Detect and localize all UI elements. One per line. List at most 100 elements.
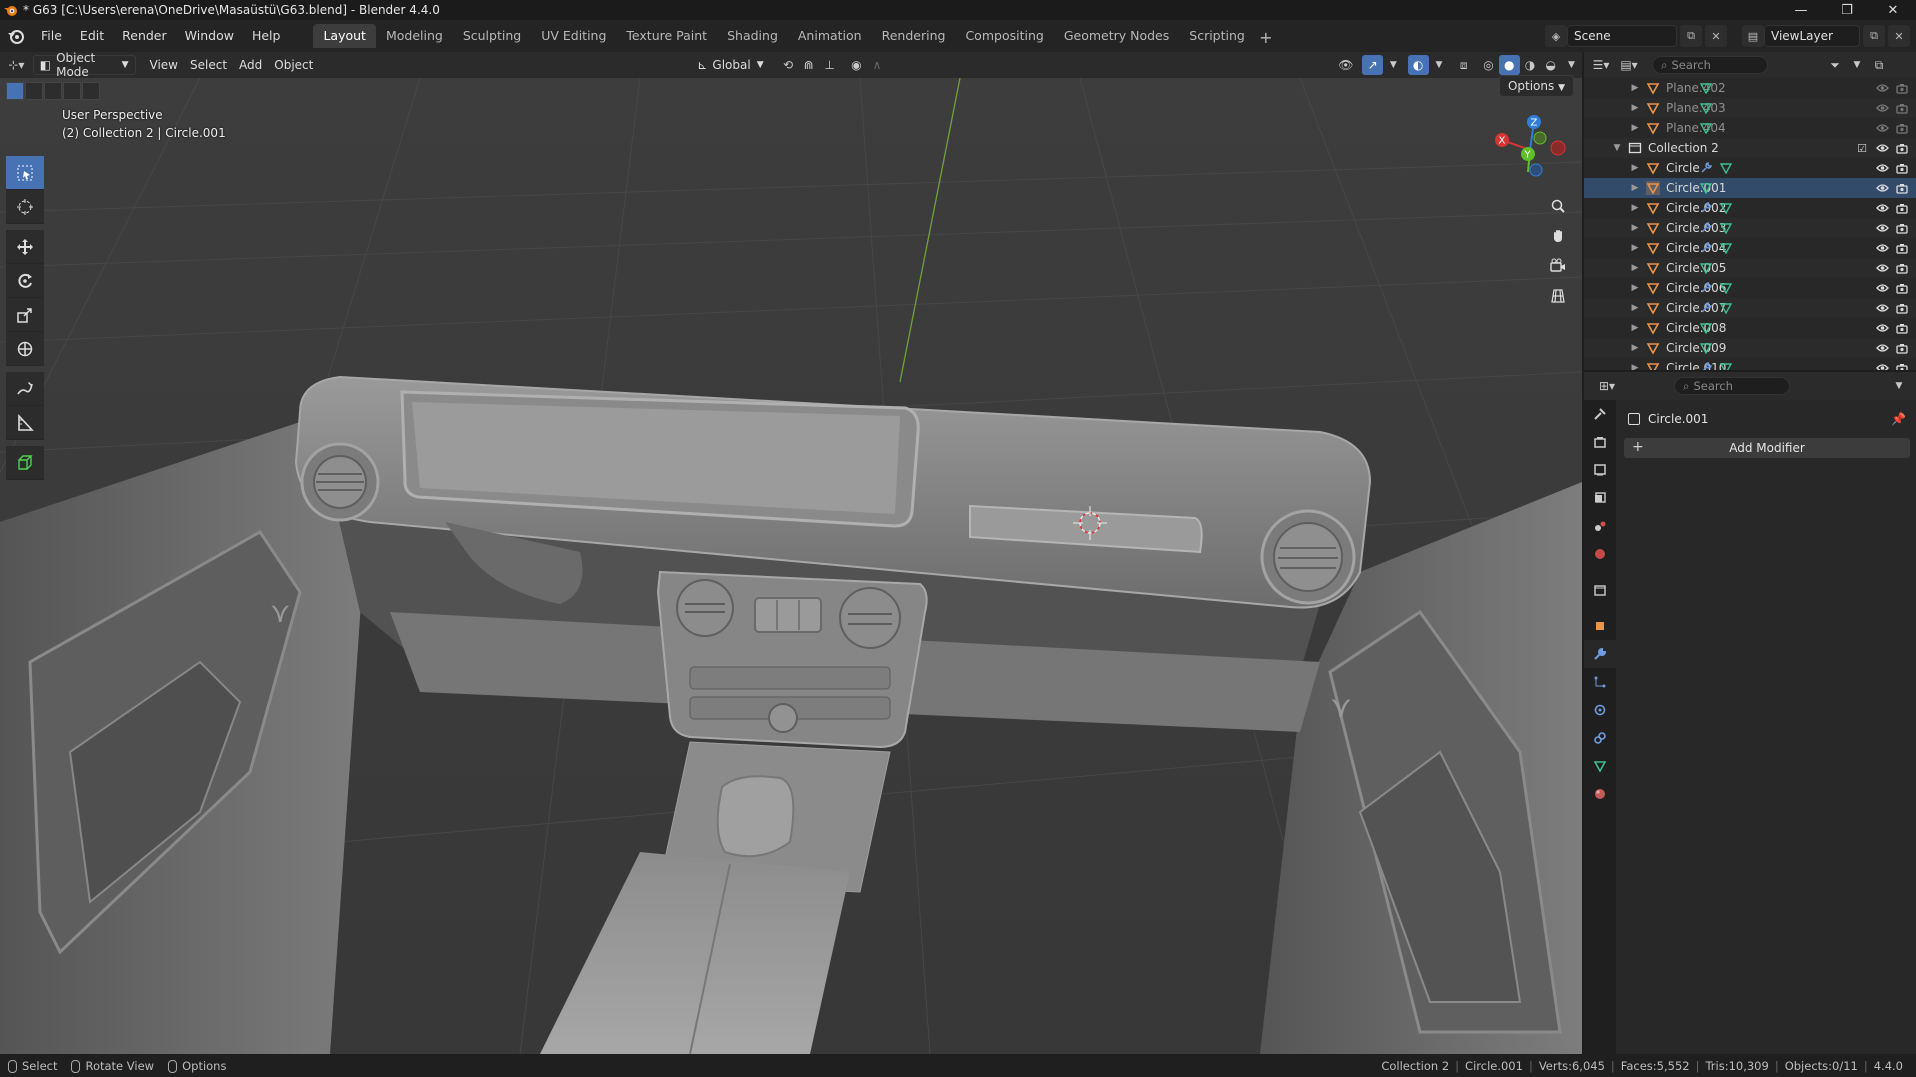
outliner-object-row[interactable]: ▶ Circle.005	[1584, 258, 1916, 278]
new-scene-icon[interactable]: ⧉	[1680, 25, 1702, 47]
tab-modeling[interactable]: Modeling	[376, 24, 453, 48]
camera-render-icon[interactable]	[1892, 360, 1912, 370]
mesh-data-icon[interactable]	[1696, 180, 1716, 196]
zoom-icon[interactable]	[1544, 192, 1572, 220]
tab-texture-paint[interactable]: Texture Paint	[616, 24, 717, 48]
expand-arrow-icon[interactable]: ▶	[1628, 183, 1642, 193]
outliner-editor-type-icon[interactable]: ☰▾	[1590, 55, 1612, 75]
physics-tab[interactable]	[1584, 696, 1616, 724]
view-layer-tab[interactable]	[1584, 484, 1616, 512]
menu-window[interactable]: Window	[176, 25, 243, 47]
outliner-object-row[interactable]: ▶ Plane.404	[1584, 118, 1916, 138]
camera-render-icon[interactable]	[1892, 300, 1912, 316]
select-intersect-icon[interactable]	[82, 82, 100, 100]
camera-view-icon[interactable]	[1544, 252, 1572, 280]
rotate-icon[interactable]	[6, 264, 44, 298]
eye-icon[interactable]	[1872, 240, 1892, 256]
gizmo-toggle-icon[interactable]: ↗	[1362, 55, 1383, 75]
mesh-data-icon[interactable]	[1716, 220, 1736, 236]
expand-arrow-icon[interactable]: ▶	[1628, 103, 1642, 113]
tab-rendering[interactable]: Rendering	[872, 24, 956, 48]
expand-arrow-icon[interactable]: ▶	[1628, 363, 1642, 370]
eye-icon[interactable]	[1872, 320, 1892, 336]
eye-icon[interactable]	[1872, 120, 1892, 136]
expand-arrow-icon[interactable]: ▶	[1628, 83, 1642, 93]
overlays-dropdown-icon[interactable]: ▼	[1429, 55, 1450, 75]
view-layer-field[interactable]: ViewLayer	[1764, 25, 1860, 47]
scene-field[interactable]: Scene	[1567, 25, 1677, 47]
tab-shading[interactable]: Shading	[717, 24, 788, 48]
perspective-toggle-icon[interactable]	[1544, 282, 1572, 310]
add-workspace-button[interactable]: +	[1255, 28, 1277, 47]
outliner-object-row[interactable]: ▶ Plane.403	[1584, 98, 1916, 118]
eye-icon[interactable]	[1872, 360, 1892, 370]
camera-render-icon[interactable]	[1892, 240, 1912, 256]
delete-view-layer-icon[interactable]: ✕	[1888, 25, 1910, 47]
outliner-object-row[interactable]: ▶ Circle.006	[1584, 278, 1916, 298]
tab-compositing[interactable]: Compositing	[955, 24, 1053, 48]
xray-icon[interactable]: ⧈	[1453, 55, 1474, 75]
expand-arrow-icon[interactable]: ▶	[1628, 283, 1642, 293]
viewport-menu-select[interactable]: Select	[184, 55, 233, 75]
camera-render-icon[interactable]	[1892, 100, 1912, 116]
output-tab[interactable]	[1584, 456, 1616, 484]
object-tab[interactable]	[1584, 612, 1616, 640]
display-mode-icon[interactable]: ▤▾	[1618, 55, 1640, 75]
camera-render-icon[interactable]	[1892, 80, 1912, 96]
mesh-data-icon[interactable]	[1716, 280, 1736, 296]
snap-icon[interactable]: ⋒	[798, 55, 819, 75]
menu-help[interactable]: Help	[243, 25, 290, 47]
eye-icon[interactable]	[1872, 220, 1892, 236]
eye-icon[interactable]	[1872, 100, 1892, 116]
shading-dropdown-icon[interactable]: ▼	[1561, 55, 1582, 75]
add-modifier-button[interactable]: + Add Modifier	[1624, 438, 1910, 458]
camera-render-icon[interactable]	[1892, 180, 1912, 196]
expand-arrow-icon[interactable]: ▶	[1628, 223, 1642, 233]
mesh-data-icon[interactable]	[1716, 240, 1736, 256]
cursor-icon[interactable]	[6, 190, 44, 224]
exclude-checkbox-icon[interactable]: ☑	[1852, 140, 1872, 156]
tab-scripting[interactable]: Scripting	[1179, 24, 1255, 48]
snap-target-icon[interactable]: ⊥	[819, 55, 840, 75]
visibility-icon[interactable]: 👁	[1335, 55, 1356, 75]
outliner-object-row[interactable]: ▶ Circle.004	[1584, 238, 1916, 258]
outliner-object-row[interactable]: ▶ Plane.402	[1584, 78, 1916, 98]
constraints-tab[interactable]	[1584, 724, 1616, 752]
camera-render-icon[interactable]	[1892, 280, 1912, 296]
pin-icon[interactable]: 📌	[1891, 412, 1906, 426]
annotate-icon[interactable]	[6, 372, 44, 406]
outliner-object-row[interactable]: ▶ Circle.001	[1584, 178, 1916, 198]
wrench-modifier-icon[interactable]	[1696, 160, 1716, 176]
3d-viewport[interactable]: ⋎ ⋎ ⊹▾ ◧ Object Mode ▼ View Select Add O…	[0, 52, 1582, 1054]
properties-options-dropdown-icon[interactable]: ▼	[1888, 376, 1910, 396]
gizmo-dropdown-icon[interactable]: ▼	[1383, 55, 1404, 75]
mesh-data-icon[interactable]	[1696, 80, 1716, 96]
overlays-toggle-icon[interactable]: ◐	[1407, 55, 1429, 75]
navigation-gizmo[interactable]: Z X Y	[1490, 110, 1570, 190]
eye-icon[interactable]	[1872, 200, 1892, 216]
outliner-object-row[interactable]: ▶ Circle	[1584, 158, 1916, 178]
menu-render[interactable]: Render	[113, 25, 176, 47]
outliner-object-row[interactable]: ▶ Circle.007	[1584, 298, 1916, 318]
eye-icon[interactable]	[1872, 160, 1892, 176]
wrench-modifier-icon[interactable]	[1696, 200, 1716, 216]
viewport-menu-view[interactable]: View	[144, 55, 184, 75]
material-shading-icon[interactable]: ◑	[1520, 55, 1541, 75]
properties-search-input[interactable]: ⌕ Search	[1674, 377, 1790, 395]
eye-icon[interactable]	[1872, 80, 1892, 96]
menu-file[interactable]: File	[32, 25, 71, 47]
eye-icon[interactable]	[1872, 140, 1892, 156]
move-icon[interactable]	[6, 230, 44, 264]
data-tab[interactable]	[1584, 752, 1616, 780]
mesh-data-icon[interactable]	[1696, 320, 1716, 336]
expand-arrow-icon[interactable]: ▶	[1628, 303, 1642, 313]
filter-dropdown-icon[interactable]: ▼	[1846, 55, 1868, 75]
select-extend-icon[interactable]	[25, 82, 43, 100]
expand-arrow-icon[interactable]: ▶	[1628, 203, 1642, 213]
outliner-object-row[interactable]: ▶ Circle.002	[1584, 198, 1916, 218]
mesh-data-icon[interactable]	[1696, 100, 1716, 116]
proportional-editing-icon[interactable]: ◉	[846, 55, 867, 75]
tool-tab[interactable]	[1584, 400, 1616, 428]
tab-uv-editing[interactable]: UV Editing	[531, 24, 616, 48]
mesh-data-icon[interactable]	[1696, 120, 1716, 136]
